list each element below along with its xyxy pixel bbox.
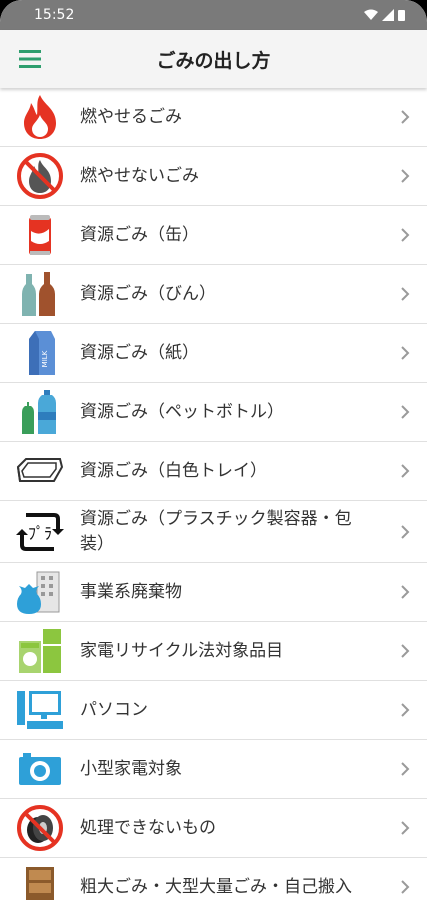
list-item-label: 燃やせるごみ <box>80 106 182 127</box>
pet-bottle-icon <box>22 390 56 434</box>
list-item-cans[interactable]: 資源ごみ（缶） <box>0 206 427 265</box>
chevron-right-icon <box>401 228 410 242</box>
wifi-icon <box>364 9 378 20</box>
chevron-right-icon <box>401 464 410 478</box>
chevron-right-icon <box>401 880 410 894</box>
no-fire-icon <box>17 153 63 199</box>
chevron-right-icon <box>401 703 410 717</box>
chevron-right-icon <box>401 405 410 419</box>
list-item-label: 事業系廃棄物 <box>80 581 182 602</box>
garbage-category-list: 燃やせるごみ 燃やせないごみ 資源ごみ（缶） 資源ごみ（びん） MILK 資源ご… <box>0 88 427 900</box>
app-bar: ごみの出し方 <box>0 30 427 88</box>
chevron-right-icon <box>401 346 410 360</box>
chevron-right-icon <box>401 287 410 301</box>
list-item-label: 粗大ごみ・大型大量ごみ・自己搬入 <box>80 876 352 897</box>
list-item-unprocessable[interactable]: 処理できないもの <box>0 799 427 858</box>
camera-icon <box>19 753 61 785</box>
business-waste-icon <box>17 571 60 614</box>
list-item-label: 資源ごみ（紙） <box>80 342 199 363</box>
fire-icon <box>24 95 56 139</box>
list-item-oversized[interactable]: 粗大ごみ・大型大量ごみ・自己搬入 <box>0 858 427 900</box>
list-item-label: 資源ごみ（缶） <box>80 224 199 245</box>
appliance-icon <box>19 629 61 673</box>
svg-text:MILK: MILK <box>41 350 49 367</box>
tray-icon <box>16 458 64 482</box>
list-item-label: 処理できないもの <box>80 817 216 838</box>
computer-icon <box>17 691 63 729</box>
list-item-pc[interactable]: パソコン <box>0 681 427 740</box>
list-item-white-trays[interactable]: 資源ごみ（白色トレイ） <box>0 442 427 501</box>
screen: 15:52 ごみの出し方 燃やせるごみ 燃やせないごみ 資源ごみ（缶） 資源ごみ… <box>0 0 427 900</box>
list-item-label: 資源ごみ（白色トレイ） <box>80 460 267 481</box>
menu-button[interactable] <box>0 30 60 88</box>
list-item-paper[interactable]: MILK 資源ごみ（紙） <box>0 324 427 383</box>
hamburger-menu-icon <box>19 50 41 68</box>
furniture-icon <box>26 867 54 900</box>
chevron-right-icon <box>401 762 410 776</box>
bottle-icon <box>22 272 55 316</box>
list-item-label: 資源ごみ（プラスチック製容器・包装） <box>80 508 352 554</box>
list-item-pet-bottles[interactable]: 資源ごみ（ペットボトル） <box>0 383 427 442</box>
svg-text:ﾌﾟﾗ: ﾌﾟﾗ <box>28 524 52 543</box>
status-time: 15:52 <box>34 7 75 23</box>
chevron-right-icon <box>401 169 410 183</box>
list-item-label: 燃やせないごみ <box>80 165 199 186</box>
list-item-label: 資源ごみ（ペットボトル） <box>80 401 284 422</box>
chevron-right-icon <box>401 821 410 835</box>
list-item-label: 家電リサイクル法対象品目 <box>80 640 284 661</box>
milk-carton-icon: MILK <box>29 331 55 375</box>
chevron-right-icon <box>401 644 410 658</box>
list-item-business-waste[interactable]: 事業系廃棄物 <box>0 563 427 622</box>
list-item-label: パソコン <box>80 699 148 720</box>
chevron-right-icon <box>401 524 410 539</box>
list-item-non-burnable[interactable]: 燃やせないごみ <box>0 147 427 206</box>
chevron-right-icon <box>401 585 410 599</box>
page-title: ごみの出し方 <box>156 49 271 72</box>
signal-icon <box>382 9 394 21</box>
list-item-small-appliances[interactable]: 小型家電対象 <box>0 740 427 799</box>
chevron-right-icon <box>401 110 410 124</box>
status-icons <box>364 9 405 21</box>
can-icon <box>29 215 51 255</box>
list-item-burnable[interactable]: 燃やせるごみ <box>0 88 427 147</box>
plastic-recycle-icon: ﾌﾟﾗ <box>16 512 64 551</box>
list-item-plastic-packaging[interactable]: ﾌﾟﾗ 資源ごみ（プラスチック製容器・包装） <box>0 501 427 563</box>
battery-icon <box>398 10 405 21</box>
list-item-appliance-recycling[interactable]: 家電リサイクル法対象品目 <box>0 622 427 681</box>
prohibited-tire-icon <box>17 805 63 851</box>
list-item-bottles[interactable]: 資源ごみ（びん） <box>0 265 427 324</box>
list-item-label: 資源ごみ（びん） <box>80 283 216 304</box>
list-item-label: 小型家電対象 <box>80 758 182 779</box>
status-bar: 15:52 <box>0 0 427 30</box>
